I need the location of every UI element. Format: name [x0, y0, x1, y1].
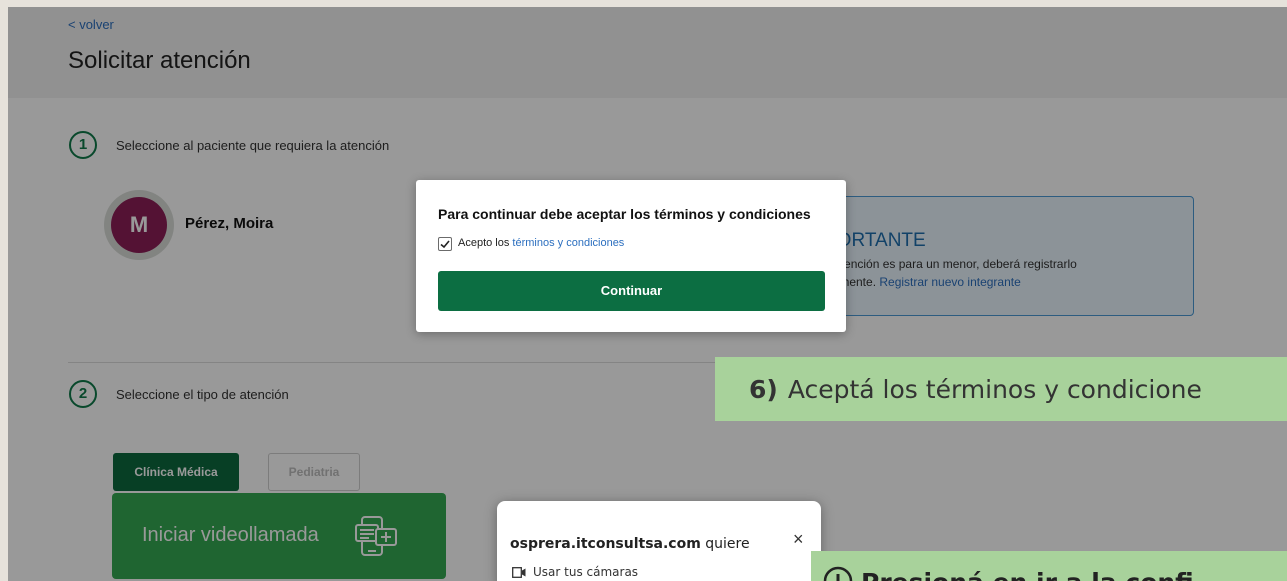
- camera-permission-popup: osprera.itconsultsa.com quiere × Usar tu…: [497, 501, 821, 581]
- close-icon[interactable]: ×: [793, 529, 804, 550]
- terms-checkbox-label: Acepto los términos y condiciones: [458, 237, 624, 249]
- checkmark-icon: [440, 240, 450, 249]
- callout-text: 6) Aceptá los términos y condicione: [749, 375, 1202, 404]
- camera-icon: [512, 567, 526, 578]
- instruction-callout-2: Presioná en ir a la confi: [811, 551, 1287, 581]
- callout-body: Aceptá los términos y condicione: [787, 375, 1202, 404]
- terms-link[interactable]: términos y condiciones: [512, 237, 624, 249]
- instruction-callout: 6) Aceptá los términos y condicione: [715, 357, 1287, 421]
- permission-domain: osprera.itconsultsa.com: [510, 536, 701, 552]
- terms-modal: Para continuar debe aceptar los términos…: [416, 180, 846, 332]
- info-icon: [823, 566, 853, 581]
- app-frame: < volver Solicitar atención 1 Seleccione…: [8, 7, 1287, 581]
- terms-checkbox[interactable]: [438, 237, 452, 251]
- callout-2-text: Presioná en ir a la confi: [861, 568, 1194, 581]
- permission-title: osprera.itconsultsa.com quiere: [510, 536, 750, 552]
- permission-camera-item: Usar tus cámaras: [533, 565, 639, 579]
- terms-modal-title: Para continuar debe aceptar los términos…: [438, 206, 811, 222]
- continue-button[interactable]: Continuar: [438, 271, 825, 311]
- callout-number: 6): [749, 375, 778, 404]
- terms-label-prefix: Acepto los: [458, 237, 513, 249]
- permission-suffix: quiere: [700, 536, 750, 552]
